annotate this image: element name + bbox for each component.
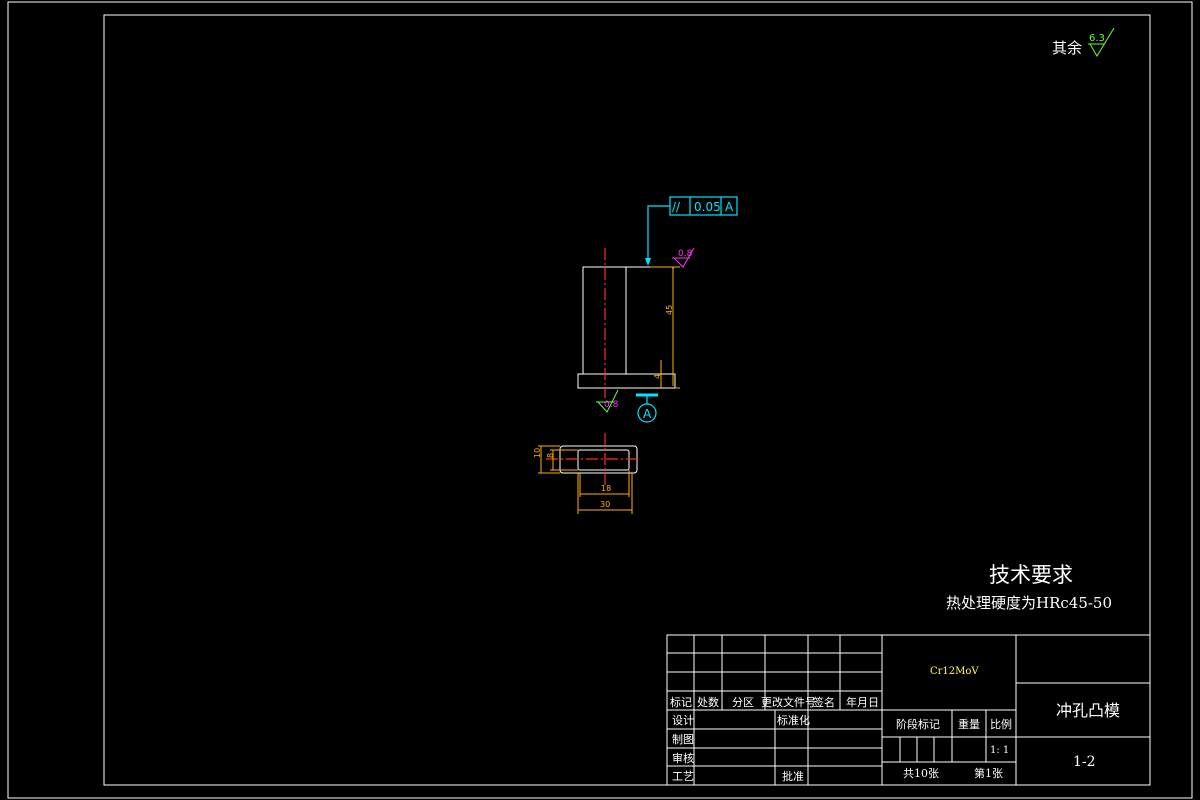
tb-header-1: 处数 bbox=[697, 696, 719, 709]
cad-drawing: 其余 6.3 // 0.05 A 0.8 45 4 0.8 A 10 8 18 … bbox=[7, 1, 1193, 799]
tolerance-datum: A bbox=[725, 200, 734, 214]
tb-sheet-no: 第1张 bbox=[974, 766, 1003, 780]
tolerance-symbol: // bbox=[672, 200, 681, 214]
tb-header-2: 分区 bbox=[732, 696, 754, 709]
tech-req-title: 技术要求 bbox=[989, 563, 1073, 587]
tb-sheets-total: 共10张 bbox=[903, 767, 939, 780]
roughness-note-value: 6.3 bbox=[1089, 33, 1105, 44]
tb-approve: 批准 bbox=[782, 769, 804, 783]
tb-stage-mark: 阶段标记 bbox=[896, 717, 940, 731]
part-body bbox=[582, 266, 674, 375]
dim-small-text: 4 bbox=[653, 374, 662, 379]
tb-part-name: 冲孔凸模 bbox=[1056, 701, 1120, 720]
roughness-bottom-value: 0.8 bbox=[604, 400, 619, 410]
dim-18-text: 18 bbox=[601, 484, 611, 493]
dim-height-text: 45 bbox=[665, 305, 674, 315]
tb-row-design: 设计 bbox=[672, 714, 694, 727]
tech-req-line1: 热处理硬度为HRc45-50 bbox=[946, 594, 1112, 612]
tb-row-draw: 制图 bbox=[672, 733, 694, 746]
tolerance-arrow-icon bbox=[645, 258, 651, 266]
outer-frame bbox=[7, 1, 1193, 799]
tb-row-check: 审核 bbox=[672, 751, 694, 765]
tb-scale-label: 比例 bbox=[990, 717, 1012, 731]
dim-30-text: 30 bbox=[600, 500, 610, 509]
tb-weight: 重量 bbox=[958, 717, 980, 731]
dim-10-text: 10 bbox=[533, 448, 542, 458]
inner-frame bbox=[103, 14, 1151, 786]
tb-header-5: 年月日 bbox=[846, 695, 879, 709]
tb-header-0: 标记 bbox=[670, 695, 692, 709]
datum-label: A bbox=[643, 407, 652, 421]
tb-material: Cr12MoV bbox=[930, 666, 979, 677]
tb-row-process: 工艺 bbox=[672, 770, 694, 783]
dim-8-text: 8 bbox=[546, 453, 555, 458]
tolerance-value: 0.05 bbox=[694, 200, 721, 214]
tb-header-4: 签名 bbox=[813, 695, 835, 709]
tb-scale: 1: 1 bbox=[990, 745, 1009, 756]
tb-header-3: 更改文件号 bbox=[761, 695, 816, 709]
tolerance-leader bbox=[647, 205, 670, 262]
roughness-note-label: 其余 bbox=[1052, 39, 1082, 57]
top-view-slot bbox=[577, 449, 630, 471]
roughness-top-value: 0.8 bbox=[678, 249, 693, 259]
tb-drawing-no: 1-2 bbox=[1073, 754, 1096, 770]
tb-standardization: 标准化 bbox=[777, 713, 810, 727]
